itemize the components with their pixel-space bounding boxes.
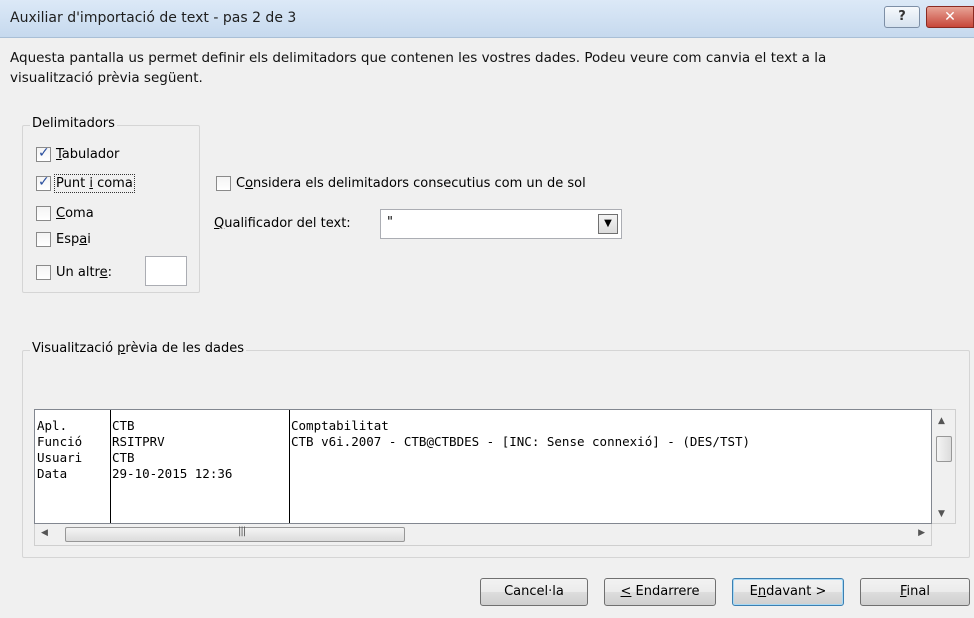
semicolon-label: Punt i coma [54, 173, 135, 193]
back-button[interactable]: < Endarrere [604, 578, 716, 606]
preview-cell: CTB [112, 418, 135, 433]
horizontal-scroll-thumb[interactable]: ||| [65, 526, 405, 542]
scroll-down-icon[interactable]: ▼ [938, 509, 945, 519]
intro-line-1: Aquesta pantalla us permet definir els d… [10, 50, 827, 66]
qualifier-label: Qualificador del text: [214, 216, 351, 231]
finish-button[interactable]: Final [860, 578, 970, 606]
preview-cell: Data [37, 466, 68, 481]
consecutive-checkbox-row[interactable]: Considera els delimitadors consecutius c… [216, 174, 586, 192]
space-checkbox[interactable] [36, 231, 51, 247]
scroll-left-icon[interactable]: ◀ [41, 528, 48, 538]
tab-checkbox[interactable] [36, 145, 51, 162]
comma-checkbox-row[interactable]: Coma [36, 204, 94, 222]
other-checkbox[interactable] [36, 264, 51, 280]
chevron-down-icon[interactable]: ▼ [598, 214, 618, 234]
vertical-scroll-thumb[interactable] [936, 436, 952, 462]
title-bar: Auxiliar d'importació de text - pas 2 de… [0, 0, 974, 38]
preview-cell: Apl. [37, 418, 68, 433]
delimiters-legend: Delimitadors [30, 116, 117, 131]
other-delimiter-input[interactable] [145, 256, 187, 286]
preview-row: Apl. CTB Comptabilitat [35, 418, 931, 434]
preview-cell: Funció [37, 434, 83, 449]
semicolon-checkbox[interactable] [36, 174, 51, 191]
horizontal-scrollbar[interactable]: ◀ ||| ▶ [34, 524, 932, 546]
preview-row: Funció RSITPRV CTB v6i.2007 - CTB@CTBDES… [35, 434, 931, 450]
qualifier-value: " [387, 215, 393, 230]
semicolon-checkbox-row[interactable]: Punt i coma [36, 173, 135, 193]
scroll-up-icon[interactable]: ▲ [938, 416, 945, 426]
preview-cell: Usuari [37, 450, 83, 465]
vertical-scrollbar[interactable]: ▲ ▼ [932, 409, 956, 524]
preview-row: Usuari CTB [35, 450, 931, 466]
grip-icon: ||| [238, 526, 246, 537]
preview-row: Data 29-10-2015 12:36 [35, 466, 931, 482]
other-checkbox-row[interactable]: Un altre: [36, 263, 112, 281]
preview-cell: RSITPRV [112, 434, 165, 449]
space-label: Espai [56, 231, 91, 247]
help-button[interactable]: ? [884, 6, 920, 28]
close-button[interactable]: ✕ [926, 6, 974, 28]
qualifier-select[interactable]: " ▼ [380, 209, 622, 239]
other-label: Un altre: [56, 264, 113, 280]
data-preview-grid[interactable]: Apl. CTB Comptabilitat Funció RSITPRV CT… [34, 409, 932, 524]
next-button[interactable]: Endavant > [732, 578, 844, 606]
intro-line-2: visualització prèvia següent. [10, 70, 203, 86]
window-title: Auxiliar d'importació de text - pas 2 de… [10, 10, 297, 26]
tab-label: Tabulador [56, 146, 120, 162]
consecutive-checkbox[interactable] [216, 175, 231, 191]
comma-label: Coma [56, 205, 94, 221]
preview-legend: Visualització prèvia de les dades [30, 341, 247, 356]
preview-cell: CTB [112, 450, 135, 465]
preview-cell: CTB v6i.2007 - CTB@CTBDES - [INC: Sense … [291, 434, 751, 449]
tab-checkbox-row[interactable]: Tabulador [36, 145, 119, 163]
consecutive-label: Considera els delimitadors consecutius c… [236, 175, 586, 191]
cancel-button[interactable]: Cancel·la [480, 578, 588, 606]
preview-cell: Comptabilitat [291, 418, 389, 433]
preview-cell: 29-10-2015 12:36 [112, 466, 233, 481]
scroll-right-icon[interactable]: ▶ [918, 528, 925, 538]
space-checkbox-row[interactable]: Espai [36, 230, 91, 248]
intro-text: Aquesta pantalla us permet definir els d… [10, 48, 910, 88]
comma-checkbox[interactable] [36, 205, 51, 221]
